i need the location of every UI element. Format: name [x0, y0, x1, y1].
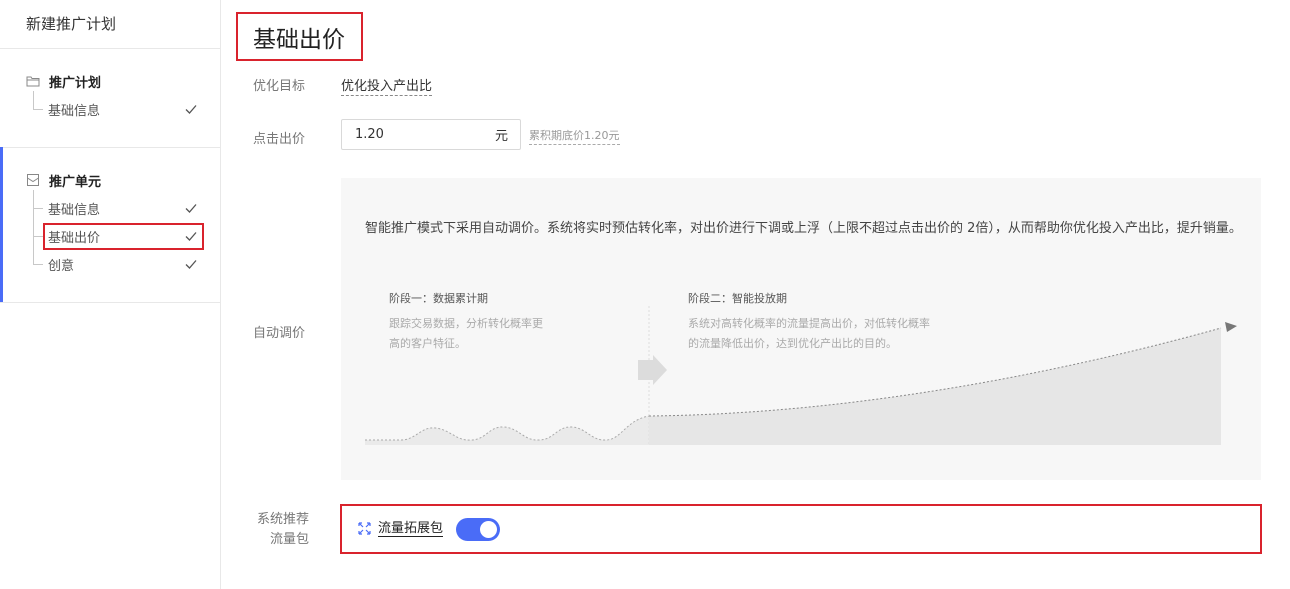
- traffic-pack-label-line2: 流量包: [269, 532, 309, 547]
- traffic-pack-label: 系统推荐 流量包: [253, 510, 309, 550]
- tree-line: [33, 236, 43, 237]
- sidebar-item-label: 创意: [48, 258, 75, 274]
- group-unit[interactable]: 推广单元: [26, 170, 101, 190]
- sidebar-item-label: 基础出价: [48, 230, 101, 246]
- auto-bid-label: 自动调价: [253, 326, 306, 341]
- group-plan[interactable]: 推广计划: [26, 71, 101, 91]
- divider: [0, 302, 220, 303]
- folder-icon: [26, 76, 40, 87]
- arrow-right-icon: [638, 355, 667, 385]
- sidebar-title: 新建推广计划: [26, 15, 117, 33]
- bid-trend-illustration: [365, 306, 1237, 445]
- traffic-pack-label-line1: 系统推荐: [256, 512, 309, 527]
- check-icon: [185, 105, 197, 114]
- tree-line: [33, 91, 34, 109]
- check-icon: [185, 260, 197, 269]
- active-indicator: [0, 147, 3, 302]
- check-icon: [185, 232, 197, 241]
- tree-line: [33, 264, 43, 265]
- tree-line: [33, 190, 34, 264]
- divider: [0, 48, 220, 49]
- traffic-pack-name[interactable]: 流量拓展包: [378, 521, 444, 537]
- click-bid-hint[interactable]: 累积期底价1.20元: [529, 127, 620, 145]
- click-bid-label: 点击出价: [253, 132, 306, 147]
- arrow-head-icon: [1225, 322, 1237, 332]
- group-unit-label: 推广单元: [49, 174, 102, 190]
- sidebar-item-basic-bid[interactable]: 基础出价: [48, 225, 198, 247]
- divider: [0, 147, 220, 148]
- tree-line: [33, 109, 43, 110]
- stage-2-area: [649, 328, 1221, 445]
- sidebar-item-creative[interactable]: 创意: [48, 253, 198, 275]
- click-bid-value: 1.20: [355, 127, 384, 142]
- expand-icon: [358, 522, 371, 535]
- toggle-knob: [480, 521, 497, 538]
- stage-1-area: [365, 416, 649, 445]
- sidebar-item-plan-basic-info[interactable]: 基础信息: [48, 98, 198, 120]
- sidebar-item-unit-basic-info[interactable]: 基础信息: [48, 197, 198, 219]
- tree-line: [33, 208, 43, 209]
- traffic-pack-toggle[interactable]: [456, 518, 500, 541]
- group-plan-label: 推广计划: [49, 75, 102, 91]
- optimize-goal-label: 优化目标: [253, 79, 306, 94]
- auto-bid-panel: 智能推广模式下采用自动调价。系统将实时预估转化率，对出价进行下调或上浮（上限不超…: [341, 178, 1261, 480]
- sidebar-item-label: 基础信息: [48, 103, 101, 119]
- click-bid-unit: 元: [494, 129, 508, 144]
- optimize-goal-value[interactable]: 优化投入产出比: [341, 75, 433, 96]
- sidebar-item-label: 基础信息: [48, 202, 101, 218]
- click-bid-input[interactable]: 1.20 元: [341, 119, 521, 150]
- check-icon: [185, 204, 197, 213]
- inbox-icon: [27, 174, 39, 186]
- sidebar: 新建推广计划 推广计划 基础信息 推广单元 基础信息 基础出价 创意: [0, 0, 221, 589]
- page-title: 基础出价: [253, 27, 345, 53]
